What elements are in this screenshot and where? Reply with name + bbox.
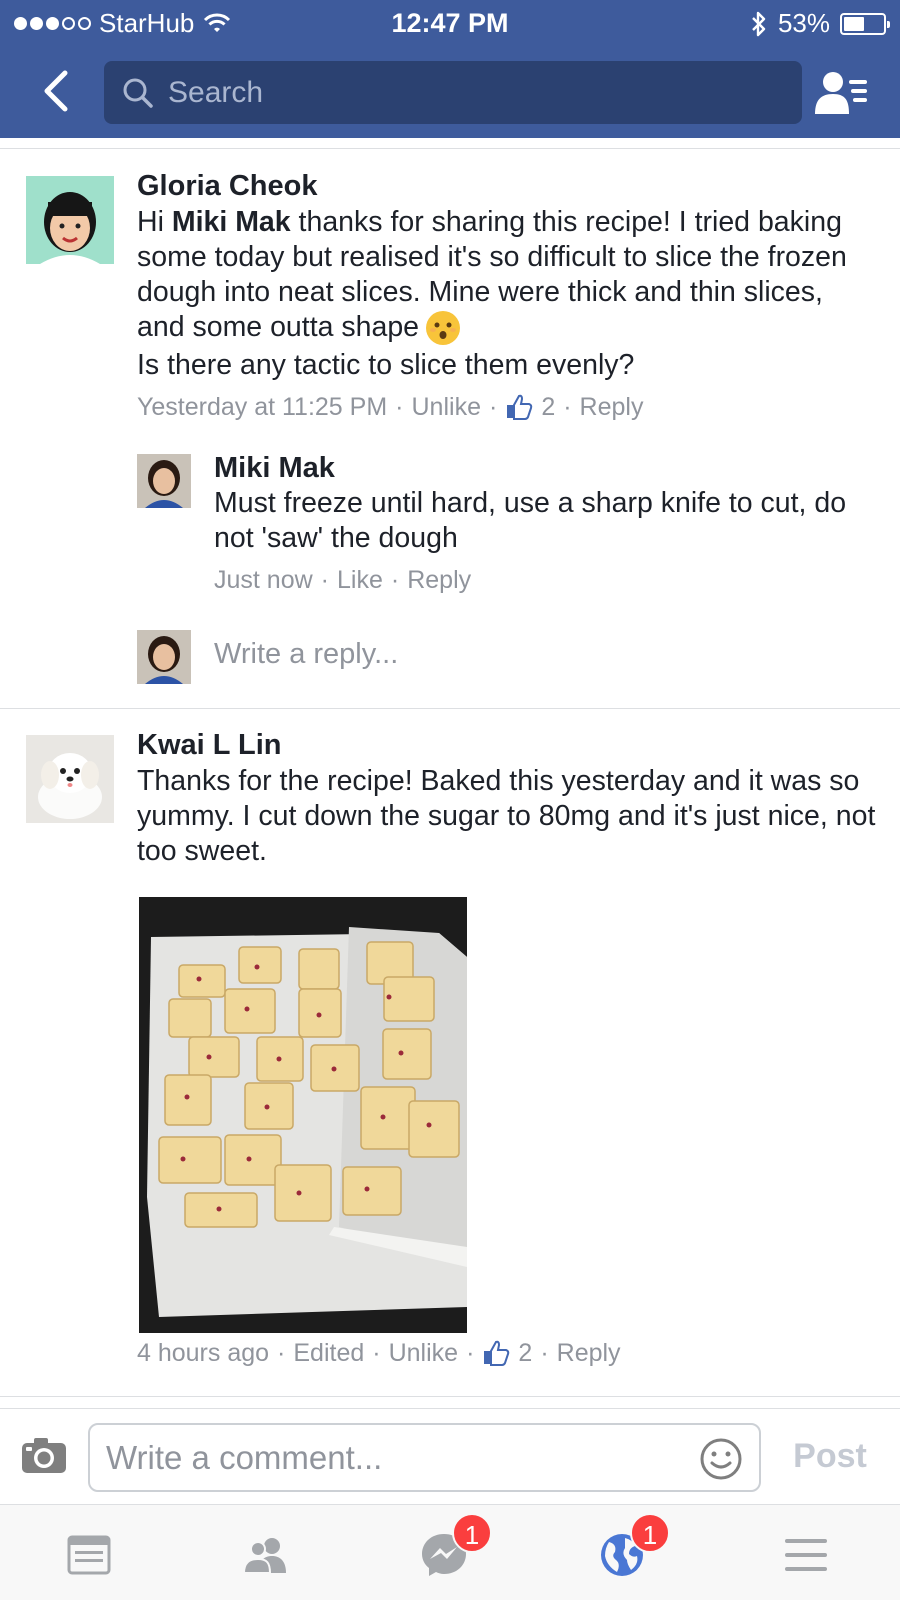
divider: [0, 708, 900, 709]
tab-messages[interactable]: 1: [414, 1513, 492, 1583]
tab-more[interactable]: [776, 1527, 836, 1583]
timestamp[interactable]: Yesterday at 11:25 PM: [137, 391, 387, 423]
reply-button[interactable]: Reply: [580, 391, 644, 423]
post-button[interactable]: Post: [780, 1437, 880, 1476]
battery-percent: 53%: [777, 8, 830, 38]
smiley-icon: [700, 1438, 742, 1480]
reply-button[interactable]: Reply: [557, 1337, 621, 1369]
timestamp[interactable]: 4 hours ago: [137, 1337, 269, 1369]
status-bar: StarHub 12:47 PM 53%: [0, 0, 900, 44]
comment-text-start: Hi: [137, 206, 172, 238]
reply-meta: Just now · Like · Reply: [214, 564, 472, 596]
tab-bar: 1 1: [0, 1504, 900, 1600]
comment-meta: 4 hours ago · Edited · Unlike · 2 · Repl…: [137, 1337, 621, 1369]
back-button[interactable]: [34, 66, 78, 116]
comment-composer: Post: [0, 1408, 900, 1504]
thumbs-up-icon: [507, 395, 533, 421]
camera-icon: [22, 1438, 66, 1473]
comment-input[interactable]: [106, 1438, 666, 1477]
friends-icon: [242, 1538, 286, 1574]
comment-author[interactable]: Gloria Cheok: [137, 168, 877, 204]
timestamp[interactable]: Just now: [214, 564, 313, 596]
like-count[interactable]: 2: [541, 391, 555, 423]
friend-requests-button[interactable]: [812, 68, 872, 118]
write-reply-input[interactable]: Write a reply...: [214, 638, 398, 671]
reply-text: Must freeze until hard, use a sharp knif…: [214, 487, 847, 554]
messages-badge: 1: [452, 1513, 492, 1553]
emoji-button[interactable]: [699, 1437, 743, 1481]
edited-label[interactable]: Edited: [293, 1337, 364, 1369]
chevron-left-icon: [44, 70, 68, 112]
divider: [0, 148, 900, 149]
divider: [0, 1396, 900, 1397]
avatar[interactable]: [137, 454, 191, 508]
tab-friend-requests[interactable]: [236, 1527, 296, 1583]
like-count[interactable]: 2: [518, 1337, 532, 1369]
menu-icon: [785, 1539, 827, 1571]
avatar[interactable]: [26, 735, 114, 823]
hushed-face-emoji-icon: [426, 311, 461, 346]
unlike-button[interactable]: Unlike: [389, 1337, 458, 1369]
unlike-button[interactable]: Unlike: [412, 391, 481, 423]
search-bar[interactable]: [104, 61, 802, 124]
avatar-girl-icon: [26, 176, 114, 264]
search-input[interactable]: [168, 75, 768, 110]
battery-icon: [840, 12, 890, 35]
thumbs-up-icon: [484, 1340, 510, 1366]
bluetooth-icon: [752, 11, 766, 36]
status-right: 53%: [750, 8, 890, 39]
camera-button[interactable]: [20, 1435, 68, 1479]
mention-link[interactable]: Miki Mak: [172, 206, 291, 238]
search-icon: [123, 78, 153, 108]
comment-field[interactable]: [88, 1423, 761, 1492]
cookies-on-baking-tray-image: [139, 897, 467, 1333]
friend-list-icon: [815, 72, 867, 114]
comment-text: Thanks for the recipe! Baked this yester…: [137, 765, 876, 867]
top-bar: StarHub 12:47 PM 53%: [0, 0, 900, 138]
news-feed-icon: [67, 1535, 111, 1575]
tab-notifications[interactable]: 1: [592, 1513, 670, 1583]
avatar[interactable]: [26, 176, 114, 264]
like-button[interactable]: Like: [337, 564, 383, 596]
comment-author[interactable]: Kwai L Lin: [137, 727, 877, 763]
avatar-woman-icon: [137, 454, 191, 508]
reply-button[interactable]: Reply: [407, 564, 471, 596]
comment-photo[interactable]: [139, 897, 467, 1333]
comment-text: Hi Miki Mak thanks for sharing this reci…: [137, 205, 877, 383]
avatar: [137, 630, 191, 684]
comment-text-line2: Is there any tactic to slice them evenly…: [137, 349, 635, 382]
tab-news-feed[interactable]: [59, 1527, 119, 1583]
avatar-dog-icon: [26, 735, 114, 823]
comment-meta: Yesterday at 11:25 PM · Unlike · 2 · Rep…: [137, 391, 644, 423]
reply-author[interactable]: Miki Mak: [214, 450, 874, 486]
notifications-badge: 1: [630, 1513, 670, 1553]
avatar-woman-icon: [137, 630, 191, 684]
